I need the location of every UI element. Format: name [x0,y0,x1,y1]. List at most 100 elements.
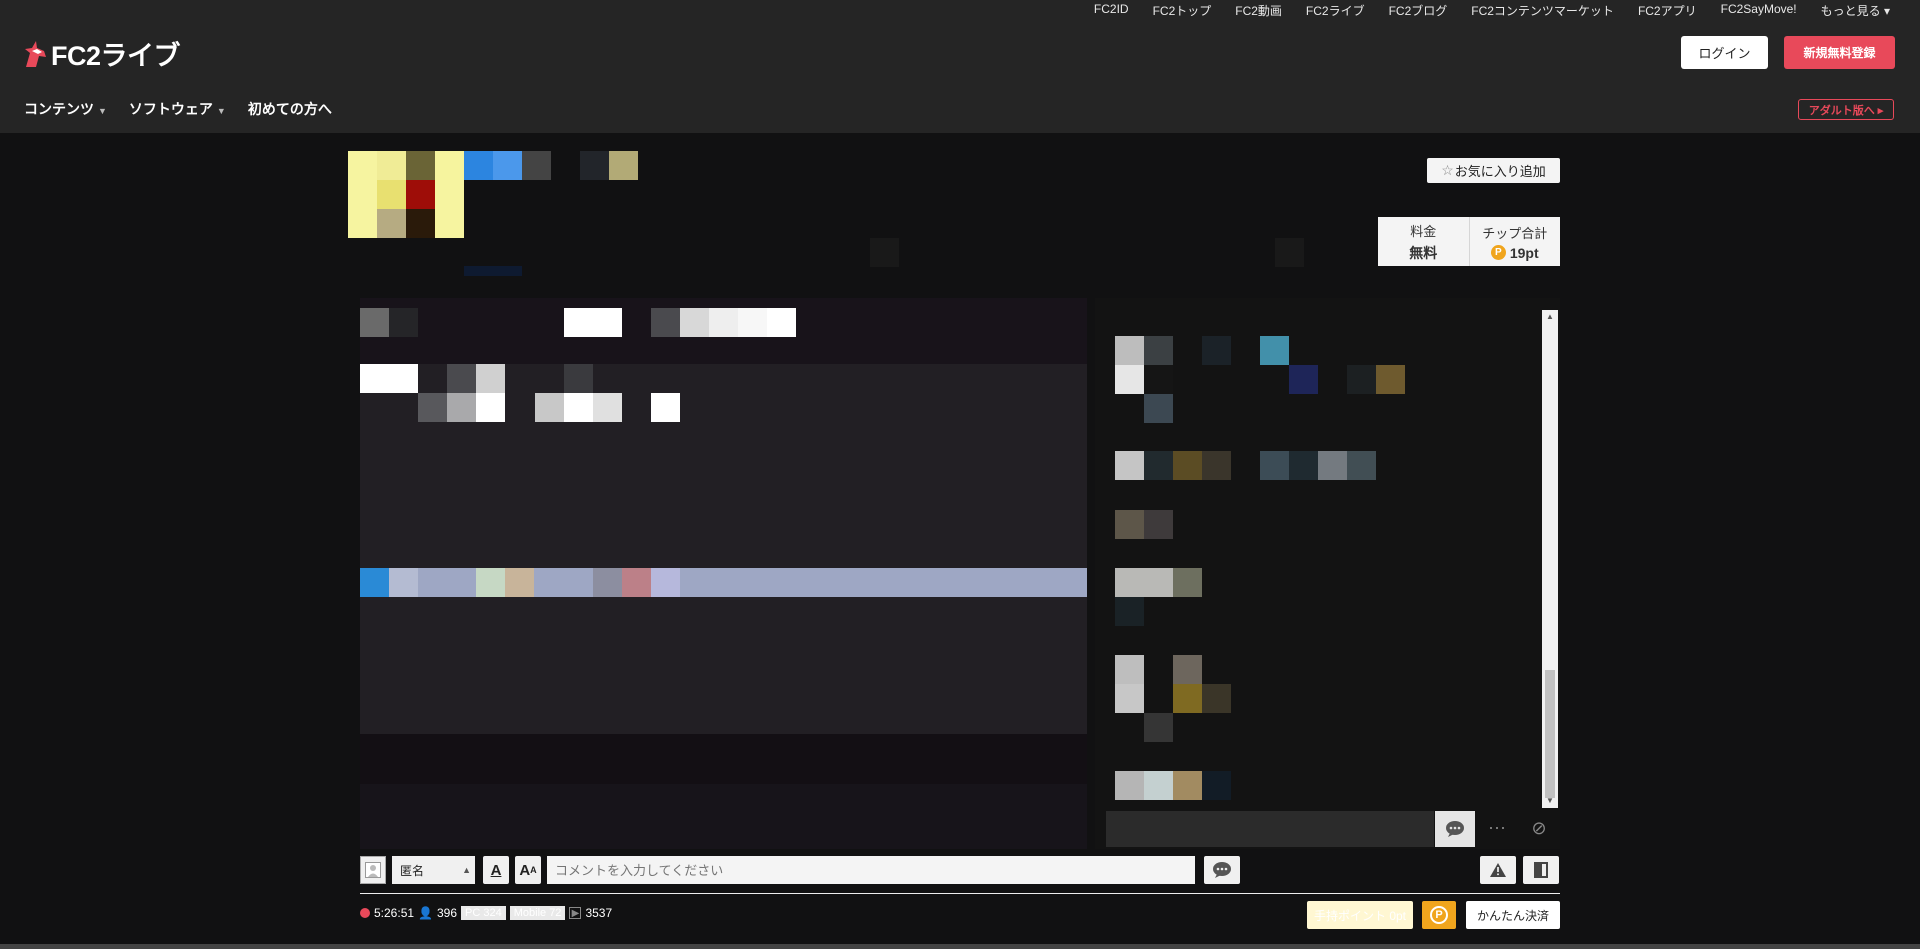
nav-first-time[interactable]: 初めての方へ [248,99,332,119]
mosaic-block [1115,684,1144,713]
fee-cell: 料金 無料 [1378,217,1469,266]
select-arrow-icon: ▲ [462,865,471,875]
scrollbar-thumb[interactable] [1545,670,1555,798]
mosaic-block [435,180,464,209]
topnav-fc2-live[interactable]: FC2ライブ [1306,2,1365,19]
chat-scrollbar[interactable]: ▲ ▼ [1542,310,1558,808]
mosaic-block [418,393,447,422]
mosaic-block [1115,365,1144,394]
more-options-icon[interactable]: ··· [1486,817,1508,841]
mosaic-block [1347,365,1376,394]
fee-value: 無料 [1409,244,1438,261]
nav-contents[interactable]: コンテンツ ▼ [24,99,107,119]
points-balance-button[interactable]: 手持ポイント 0pt [1307,901,1413,929]
avatar-select-button[interactable] [360,856,386,884]
scroll-up-arrow-icon[interactable]: ▲ [1542,310,1558,324]
font-size-button[interactable]: AA [515,856,541,884]
topnav-fc2-top[interactable]: FC2トップ [1153,2,1212,19]
scroll-down-arrow-icon[interactable]: ▼ [1542,794,1558,808]
divider [360,893,1560,894]
report-warning-button[interactable] [1480,856,1516,884]
nav-contents-label: コンテンツ [24,101,94,117]
topnav-fc2-video[interactable]: FC2動画 [1235,2,1282,19]
mosaic-block [564,393,593,422]
nav-software-label: ソフトウェア [128,101,213,117]
user-avatar-icon [365,862,381,878]
topnav-fc2-blog[interactable]: FC2ブログ [1389,2,1448,19]
mosaic-block [1376,365,1405,394]
chat-panel-send-button[interactable] [1435,811,1475,847]
font-size-label: A [519,861,531,879]
send-comment-button[interactable] [1204,856,1240,884]
mosaic-block [1115,771,1144,800]
mosaic-block [406,209,435,238]
mosaic-block [1173,451,1202,480]
unicorn-logo-icon [22,39,48,69]
mosaic-block [493,151,522,180]
mosaic-block [447,393,476,422]
logo-text: FC2ライブ [51,41,181,71]
topnav-more[interactable]: もっと見る ▾ [1821,2,1890,19]
mosaic-block [348,180,377,209]
topnav-fc2-app[interactable]: FC2アプリ [1638,2,1697,19]
font-color-button[interactable]: A [483,856,509,884]
mosaic-block [622,568,651,597]
site-logo[interactable]: FC2ライブ [22,34,181,73]
easy-payment-button[interactable]: かんたん決済 [1466,901,1560,929]
mosaic-block [1173,684,1202,713]
comment-input[interactable] [547,856,1195,884]
block-icon[interactable]: ⊘ [1528,818,1550,840]
add-favorite-button[interactable]: ☆ お気に入り追加 [1427,158,1560,183]
register-button[interactable]: 新規無料登録 [1784,36,1895,69]
buy-points-button[interactable]: P [1422,901,1456,929]
mosaic-block [435,151,464,180]
mosaic-block [389,568,418,597]
name-select[interactable]: 匿名 ▲ [392,856,475,884]
play-count-icon: ▶ [569,907,582,919]
font-color-label: A [490,861,502,879]
chat-bubble-icon [1446,821,1464,837]
chat-panel-input[interactable] [1106,811,1434,847]
mosaic-block [447,364,476,393]
viewer-count: 396 [437,906,458,920]
mosaic-block [1202,451,1231,480]
topnav-fc2id[interactable]: FC2ID [1094,2,1129,19]
chat-panel [1095,298,1560,849]
sidebar-toggle-button[interactable] [1523,856,1559,884]
login-button[interactable]: ログイン [1681,36,1768,69]
mosaic-block [389,308,418,337]
topnav-fc2-contents-market[interactable]: FC2コンテンツマーケット [1471,2,1614,19]
mosaic-block [1115,568,1173,597]
pc-viewer-badge: PC 324 [461,906,506,920]
mosaic-block [1144,365,1173,394]
mosaic-block [1115,336,1144,365]
mosaic-block [1173,655,1202,684]
stream-status-bar: 5:26:51 👤 396 PC 324 Mobile 72 ▶ 3537 [360,906,612,920]
name-select-value: 匿名 [400,863,425,878]
topnav-fc2-saymove[interactable]: FC2SayMove! [1721,2,1797,19]
caret-down-icon: ▼ [216,106,226,116]
caret-down-icon: ▼ [98,106,107,116]
mosaic-block [564,308,622,337]
adult-version-link[interactable]: アダルト版へ ▸ [1798,99,1894,120]
top-global-nav: FC2ID FC2トップ FC2動画 FC2ライブ FC2ブログ FC2コンテン… [1094,2,1890,19]
page-bottom-bar [0,944,1920,949]
mosaic-block [535,393,564,422]
tip-total-value-wrap: P 19pt [1490,245,1539,261]
point-coin-icon: P [1430,906,1448,924]
mosaic-block [651,393,680,422]
nav-software[interactable]: ソフトウェア ▼ [129,99,226,119]
add-favorite-label: お気に入り追加 [1454,164,1546,179]
viewer-icon: 👤 [418,906,433,920]
mosaic-block [1173,568,1202,597]
mosaic-block [1347,451,1376,480]
mosaic-block [1115,510,1144,539]
mosaic-block [1144,394,1173,423]
mosaic-block [377,151,406,180]
mosaic-block [1144,771,1173,800]
star-outline-icon: ☆ [1441,162,1454,178]
mosaic-block [1318,451,1347,480]
video-player[interactable] [360,298,1087,849]
panel-icon [1534,862,1548,878]
mosaic-block [505,568,534,597]
